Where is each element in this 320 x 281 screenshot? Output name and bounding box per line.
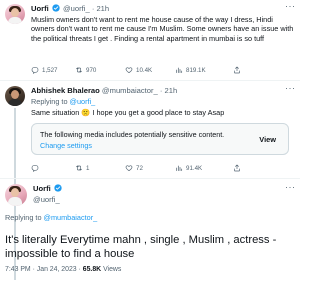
replying-to: Replying to @uorfi_: [31, 97, 96, 106]
handle[interactable]: @uorfi_: [33, 195, 60, 204]
tweet-actions: 1,527 970 10.4K 819.1K: [31, 66, 245, 74]
tweet-time[interactable]: 21h: [96, 4, 109, 13]
like-button[interactable]: 72: [125, 164, 175, 172]
sensitive-media-warning: The following media includes potentially…: [31, 123, 289, 155]
divider: [0, 178, 300, 179]
tweet-text: Same situation 🙁 I hope you get a good p…: [31, 108, 225, 117]
reply-icon: [31, 165, 39, 172]
reply-count: 1,527: [42, 66, 58, 74]
reply-button[interactable]: [31, 164, 75, 172]
tweet-header: Abhishek Bhalerao @mumbaiactor_ · 21h: [31, 86, 178, 95]
like-icon: [125, 165, 133, 172]
retweet-icon: [76, 67, 82, 73]
more-options-icon[interactable]: ···: [285, 1, 296, 11]
like-button[interactable]: 10.4K: [125, 66, 175, 74]
views-button[interactable]: 91.4K: [175, 164, 233, 172]
verified-badge-icon: [52, 4, 60, 12]
reply-button[interactable]: 1,527: [31, 66, 75, 74]
views-button[interactable]: 819.1K: [175, 66, 233, 74]
tweet-thread: Uorfi @uorfi_ · 21h ··· Muslim owners do…: [0, 0, 300, 281]
retweet-count: 1: [86, 164, 90, 172]
views-count: 65.8K: [82, 266, 102, 273]
avatar[interactable]: [5, 184, 27, 206]
share-icon: [234, 164, 240, 172]
avatar[interactable]: [5, 4, 25, 24]
tweet-time[interactable]: 21h: [165, 86, 178, 95]
views-icon: [176, 67, 183, 74]
mention-link[interactable]: @mumbaiactor_: [44, 213, 98, 222]
handle[interactable]: @mumbaiactor_: [102, 86, 158, 95]
reply-icon: [31, 67, 39, 74]
replying-to: Replying to @mumbaiactor_: [5, 213, 98, 222]
display-name[interactable]: Abhishek Bhalerao: [31, 86, 100, 95]
tweet-actions: 1 72 91.4K: [31, 164, 245, 172]
retweet-icon: [76, 165, 82, 171]
tweet-header: Uorfi @uorfi_ · 21h: [31, 4, 110, 13]
share-icon: [234, 66, 240, 74]
views-count: 819.1K: [186, 66, 206, 74]
more-options-icon[interactable]: ···: [285, 83, 296, 93]
verified-badge-icon: [54, 184, 62, 192]
retweet-button[interactable]: 1: [75, 164, 125, 172]
like-icon: [125, 67, 133, 74]
change-settings-link[interactable]: Change settings: [40, 141, 92, 150]
media-warning-text: The following media includes potentially…: [40, 130, 225, 139]
tweet-text: It's literally Everytime mahn , single ,…: [5, 234, 277, 260]
display-name[interactable]: Uorfi: [31, 4, 49, 13]
views-count: 91.4K: [186, 164, 203, 172]
tweet-header: Uorfi: [33, 184, 63, 194]
avatar[interactable]: [5, 86, 25, 106]
share-button[interactable]: [233, 66, 245, 74]
retweet-button[interactable]: 970: [75, 66, 125, 74]
like-count: 72: [136, 164, 143, 172]
display-name[interactable]: Uorfi: [33, 184, 51, 193]
retweet-count: 970: [86, 66, 97, 74]
like-count: 10.4K: [136, 66, 153, 74]
share-button[interactable]: [233, 164, 245, 172]
timestamp[interactable]: 7:43 PM · Jan 24, 2023 ·: [5, 266, 81, 273]
views-label: Views: [103, 266, 122, 273]
handle[interactable]: @uorfi_: [63, 4, 90, 13]
more-options-icon[interactable]: ···: [285, 182, 296, 192]
view-media-button[interactable]: View: [259, 135, 276, 144]
mention-link[interactable]: @uorfi_: [70, 97, 96, 106]
tweet-meta: 7:43 PM · Jan 24, 2023 · 65.8K Views: [5, 266, 121, 273]
divider: [0, 80, 300, 81]
views-icon: [176, 165, 183, 172]
tweet-text: Muslim owners don't want to rent me hous…: [31, 15, 294, 43]
tweet-handle-row: @uorfi_: [33, 195, 60, 204]
